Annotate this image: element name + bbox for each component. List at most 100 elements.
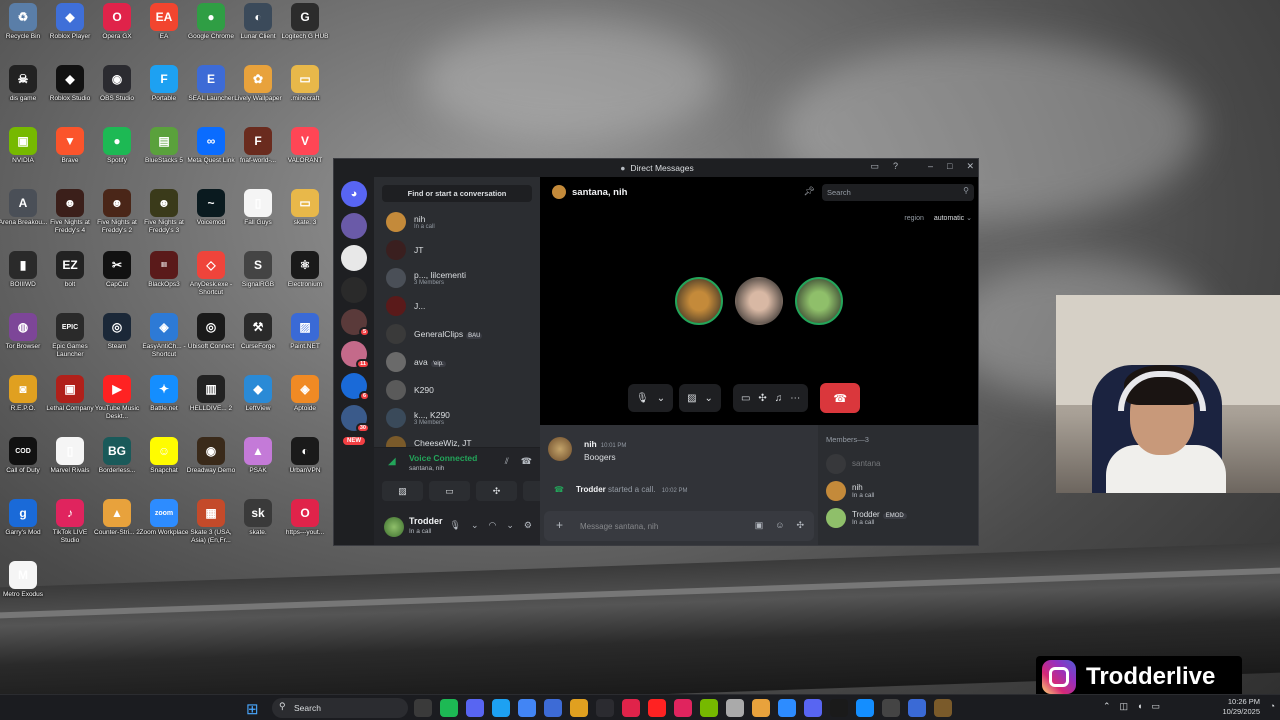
taskbar-app-icon[interactable] [674, 699, 692, 717]
desktop-icon[interactable]: ▤ BlueStacks 5 [141, 127, 187, 185]
discord-home-icon[interactable]: ◕ [341, 181, 367, 207]
taskbar-app-icon[interactable] [622, 699, 640, 717]
desktop-icon[interactable]: g Garry's Mod [0, 499, 46, 557]
server-icon[interactable]: 30 [341, 405, 370, 433]
call-avatar-trodder[interactable] [795, 277, 843, 325]
more-icon[interactable]: ⋯ [790, 393, 800, 404]
desktop-icon[interactable]: COD Call of Duty [0, 437, 46, 495]
server-icon[interactable] [341, 245, 367, 271]
microphone-icon[interactable]: 🎙︎ [450, 520, 461, 531]
taskbar-app-icon[interactable] [414, 699, 432, 717]
minimize-icon[interactable]: – [928, 161, 933, 172]
desktop-icon[interactable]: O Opera GX [94, 3, 140, 61]
desktop-icon[interactable]: ▭ skate. 3 [282, 189, 328, 247]
desktop-icon[interactable]: ✂ CapCut [94, 251, 140, 309]
desktop-icon[interactable]: ▼ Brave [47, 127, 93, 185]
desktop-icon[interactable]: ● Google Chrome [188, 3, 234, 61]
taskbar-app-icon[interactable] [466, 699, 484, 717]
gift-icon[interactable]: ▣ [755, 520, 764, 531]
desktop-icon[interactable]: ◆ LeftView [235, 375, 281, 433]
taskbar-app-icon[interactable] [700, 699, 718, 717]
apps-icon[interactable]: ✣ [796, 520, 804, 531]
camera-toggle[interactable]: ▨ ⌄ [679, 384, 721, 412]
dm-item[interactable]: JT [374, 236, 540, 264]
voice-connected-label[interactable]: Voice Connected [409, 453, 477, 463]
network-icon[interactable]: ◫ [1120, 701, 1129, 712]
desktop-icon[interactable]: E SEAL Launcher [188, 65, 234, 123]
desktop-icon[interactable]: Ohttps---yout... [282, 499, 328, 557]
chevron-down-icon[interactable]: ⌄ [471, 520, 479, 531]
screen-share-icon[interactable]: ▭ [741, 393, 750, 404]
taskbar-app-icon[interactable] [440, 699, 458, 717]
discord-window[interactable]: ● Direct Messages ▭ ? – □ ✕ ◕ 5 11 6 30 … [333, 158, 979, 546]
server-icon[interactable]: 6 [341, 373, 370, 401]
desktop-icon[interactable]: ♻ Recycle Bin [0, 3, 46, 61]
help-icon[interactable]: ? [893, 161, 898, 172]
desktop-icon[interactable]: ▲ PSAK [235, 437, 281, 495]
taskbar-app-icon[interactable] [726, 699, 744, 717]
taskbar-app-icon[interactable] [492, 699, 510, 717]
taskbar-app-icon[interactable] [544, 699, 562, 717]
new-badge[interactable]: NEW [343, 437, 365, 445]
desktop-icon[interactable]: ◐ Lunar Client [235, 3, 281, 61]
mic-toggle[interactable]: 🎙︎ ⌄ [628, 384, 674, 412]
clock[interactable]: 10:26 PM 10/29/2025 [1222, 697, 1260, 717]
region-value[interactable]: automatic [934, 215, 964, 222]
system-author[interactable]: Trodder [576, 485, 606, 494]
member-item[interactable]: nih In a call [826, 477, 972, 504]
inbox-icon[interactable]: ▭ [870, 161, 879, 172]
taskbar-app-icon[interactable] [804, 699, 822, 717]
desktop-icon[interactable]: ◈ EasyAntiCh... - Shortcut [141, 313, 187, 371]
find-conversation-button[interactable]: Find or start a conversation [382, 185, 532, 202]
member-item[interactable]: Trodder EMOD In a call [826, 504, 972, 531]
desktop-icon[interactable]: ▭ .minecraft [282, 65, 328, 123]
desktop-icon[interactable]: ▶ YouTube Music Deskt... [94, 375, 140, 433]
desktop-icon[interactable]: ⚛ Electronium [282, 251, 328, 309]
desktop-icon[interactable]: ▣ NVIDIA [0, 127, 46, 185]
desktop-icon[interactable]: G Logitech G HUB [282, 3, 328, 61]
desktop-icon[interactable]: M Metro Exodus [0, 561, 46, 619]
taskbar-app-icon[interactable] [908, 699, 926, 717]
desktop-icon[interactable]: ▯ Fall Guys [235, 189, 281, 247]
dm-item[interactable]: p..., lilcementi 3 Members [374, 264, 540, 292]
emoji-icon[interactable]: ☺ [775, 520, 784, 531]
call-avatar-nih[interactable] [675, 277, 723, 325]
desktop-icon[interactable]: zoom Zoom Workplace [139, 499, 189, 557]
desktop-icon[interactable]: ▲ Counter-Stri... 2 [94, 499, 140, 557]
dm-item[interactable]: k..., K290 3 Members [374, 404, 540, 432]
desktop-icon[interactable]: ☻ Five Nights at Freddy's 4 [47, 189, 93, 247]
disconnect-icon[interactable]: ☎ [521, 456, 532, 467]
desktop-icon[interactable]: sk skate. [235, 499, 281, 557]
desktop-icon[interactable]: ▮ BOIIIWD [0, 251, 46, 309]
desktop-icon[interactable]: A Arena Breakou... [0, 189, 47, 247]
desktop-icon[interactable]: ◙ R.E.P.O. [0, 375, 46, 433]
desktop-icon[interactable]: S SignalRGB [235, 251, 281, 309]
desktop-icon[interactable]: ● Spotify [94, 127, 140, 185]
battery-icon[interactable]: ▭ [1151, 701, 1160, 712]
notification-icon[interactable]: ◔ [1270, 701, 1275, 711]
taskbar-app-icon[interactable] [596, 699, 614, 717]
desktop-icon[interactable]: ∞ Meta Quest Link [187, 127, 235, 185]
end-call-button[interactable]: ☎ [820, 383, 861, 413]
desktop-icon[interactable]: BG Borderless... [94, 437, 140, 495]
desktop-icon[interactable]: ☠ dis game [0, 65, 46, 123]
desktop-icon[interactable]: EPIC Epic Games Launcher [47, 313, 93, 371]
camera-off-button[interactable]: ▨ [382, 481, 423, 501]
title-bar[interactable]: ● Direct Messages ▭ ? – □ ✕ [334, 159, 978, 177]
desktop-icon[interactable]: ▦ Skate 3 (USA, Asia) (En,Fr... [188, 499, 234, 557]
soundboard-icon[interactable]: ♫ [775, 393, 783, 404]
add-attachment-icon[interactable]: + [556, 518, 563, 532]
desktop-icon[interactable]: ▯ Marvel Rivals [47, 437, 93, 495]
avatar[interactable] [384, 517, 404, 537]
taskbar-app-icon[interactable] [518, 699, 536, 717]
signal-icon[interactable]: ◢ [388, 456, 396, 467]
desktop-icon[interactable]: ☻ Five Nights at Freddy's 2 [94, 189, 140, 247]
desktop-icon[interactable]: ~ Voicemod [188, 189, 234, 247]
desktop-icon[interactable]: ◆ Roblox Player [47, 3, 93, 61]
desktop-icon[interactable]: ◇ AnyDesk.exe - Shortcut [188, 251, 234, 309]
call-avatar-santana[interactable] [735, 277, 783, 325]
member-item[interactable]: santana [826, 450, 972, 477]
activities-button[interactable]: ✣ [476, 481, 517, 501]
pin-icon[interactable]: 📌︎ [804, 186, 815, 197]
desktop-icon[interactable]: V VALORANT [282, 127, 328, 185]
